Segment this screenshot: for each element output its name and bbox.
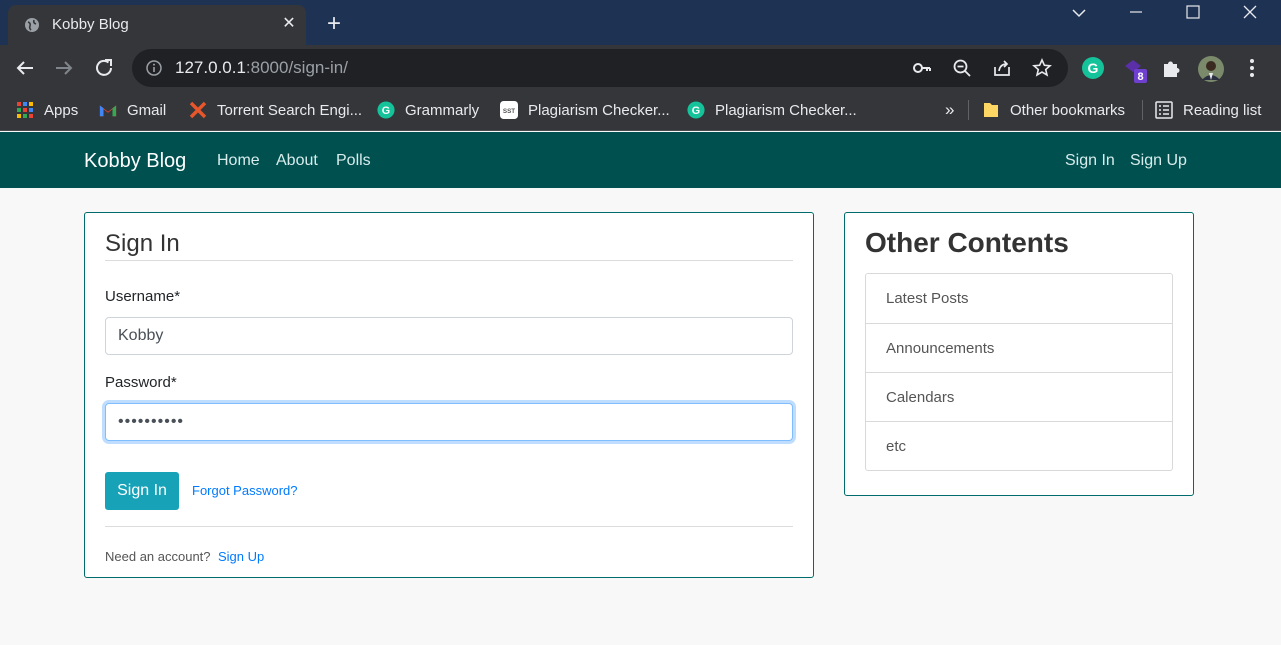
sign-up-link[interactable]: Sign Up [218, 549, 264, 564]
bookmarks-overflow-button[interactable]: » [945, 100, 954, 120]
sign-in-title: Sign In [105, 230, 180, 257]
bookmark-gmail[interactable]: Gmail [99, 100, 166, 120]
grammarly-icon: G [377, 101, 395, 119]
globe-icon [24, 17, 40, 33]
username-label: Username* [105, 288, 181, 305]
key-icon[interactable] [912, 58, 932, 78]
nav-sign-in[interactable]: Sign In [1065, 152, 1115, 170]
password-field[interactable]: •••••••••• [105, 403, 793, 441]
footer-divider [105, 526, 793, 527]
bookmark-plagiarism-grammarly[interactable]: G Plagiarism Checker... [687, 100, 857, 120]
puzzle-extensions-icon[interactable] [1160, 56, 1184, 80]
nav-link-polls[interactable]: Polls [336, 152, 371, 170]
reading-list-label: Reading list [1183, 101, 1262, 119]
browser-tabstrip: Kobby Blog ✕ + [0, 0, 1281, 45]
svg-text:G: G [692, 105, 700, 117]
nav-link-about[interactable]: About [276, 152, 318, 170]
bookmark-plagiarism-sst[interactable]: SST Plagiarism Checker... [500, 100, 670, 120]
tab-search-icon[interactable] [1051, 0, 1107, 30]
list-item-latest-posts[interactable]: Latest Posts [866, 274, 1172, 323]
grammarly-extension-icon[interactable]: G [1081, 56, 1105, 80]
bookmark-label: Grammarly [405, 101, 480, 119]
zoom-out-icon[interactable] [952, 58, 972, 78]
apps-grid-icon [16, 101, 34, 119]
other-bookmarks-button[interactable]: Other bookmarks [982, 100, 1125, 120]
browser-toolbar: 127.0.0.1:8000/sign-in/ G 8 [0, 45, 1281, 91]
list-item-announcements[interactable]: Announcements [866, 323, 1172, 372]
url-host: 127.0.0.1 [175, 58, 246, 77]
nav-link-home[interactable]: Home [217, 152, 260, 170]
torrent-x-icon [189, 101, 207, 119]
share-icon[interactable] [992, 58, 1012, 78]
new-tab-button[interactable]: + [320, 10, 348, 38]
back-icon[interactable] [13, 56, 37, 80]
bookmark-label: Plagiarism Checker... [528, 101, 670, 119]
other-contents-card: Other Contents Latest Posts Announcement… [844, 212, 1194, 496]
bookmarks-divider [968, 100, 969, 120]
profile-avatar[interactable] [1198, 56, 1224, 82]
maximize-button[interactable] [1165, 0, 1221, 30]
bookmark-apps[interactable]: Apps [16, 100, 78, 120]
site-brand[interactable]: Kobby Blog [84, 150, 186, 173]
reading-list-icon [1155, 101, 1173, 119]
sst-icon: SST [500, 101, 518, 119]
close-window-button[interactable] [1222, 0, 1278, 30]
reload-icon[interactable] [92, 56, 116, 80]
other-contents-list: Latest Posts Announcements Calendars etc [865, 273, 1173, 471]
forward-icon[interactable] [52, 56, 76, 80]
bookmark-label: Gmail [127, 101, 167, 119]
svg-text:G: G [382, 105, 390, 117]
nav-sign-up[interactable]: Sign Up [1130, 152, 1187, 170]
list-item-etc[interactable]: etc [866, 421, 1172, 470]
bookmark-grammarly[interactable]: G Grammarly [377, 100, 479, 120]
bookmark-label: Plagiarism Checker... [715, 101, 857, 119]
bookmark-torrent-search[interactable]: Torrent Search Engi... [189, 100, 362, 120]
svg-text:SST: SST [503, 108, 515, 115]
sign-in-card: Sign In Username* Kobby Password* ••••••… [84, 212, 814, 578]
gmail-icon [99, 101, 117, 119]
folder-icon [982, 101, 1000, 119]
other-contents-title: Other Contents [865, 227, 1069, 258]
address-bar[interactable]: 127.0.0.1:8000/sign-in/ [132, 49, 1068, 87]
info-icon[interactable] [146, 60, 162, 76]
bookmark-star-icon[interactable] [1032, 58, 1052, 78]
other-bookmarks-label: Other bookmarks [1010, 101, 1126, 119]
list-item-calendars[interactable]: Calendars [866, 372, 1172, 421]
bookmarks-divider [1142, 100, 1143, 120]
username-field[interactable]: Kobby [105, 317, 793, 355]
bookmark-label: Apps [44, 101, 79, 119]
password-label: Password* [105, 374, 177, 391]
tab-title: Kobby Blog [52, 16, 129, 33]
sign-in-button[interactable]: Sign In [105, 472, 179, 510]
more-menu-icon[interactable] [1240, 56, 1264, 80]
svg-text:G: G [1088, 60, 1099, 76]
need-account-text: Need an account? [105, 549, 211, 564]
close-tab-icon[interactable]: ✕ [278, 13, 300, 35]
grammarly-icon: G [687, 101, 705, 119]
site-navbar: Kobby Blog Home About Polls Sign In Sign… [0, 132, 1281, 188]
url-text: 127.0.0.1:8000/sign-in/ [175, 58, 348, 78]
minimize-button[interactable] [1108, 0, 1164, 30]
bookmarks-bar: Apps Gmail Torrent Search Engi... G Gram… [0, 91, 1281, 131]
forgot-password-link[interactable]: Forgot Password? [192, 483, 298, 498]
url-path: :8000/sign-in/ [245, 58, 348, 77]
extension-badge-count: 8 [1137, 71, 1143, 83]
title-divider [105, 260, 793, 261]
browser-tab[interactable]: Kobby Blog ✕ [8, 5, 306, 45]
reading-list-button[interactable]: Reading list [1155, 100, 1261, 120]
extension-badge-icon[interactable]: 8 [1122, 56, 1147, 83]
bookmark-label: Torrent Search Engi... [217, 101, 363, 119]
